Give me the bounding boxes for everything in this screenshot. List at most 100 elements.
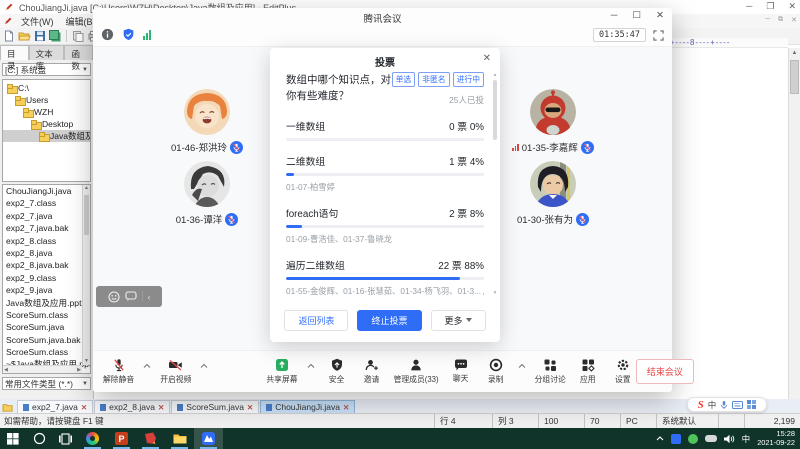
security-button[interactable]: 安全	[324, 358, 350, 385]
file-item[interactable]: Java数组及应用.pptx	[3, 297, 90, 309]
editplus-minimize-button[interactable]: ─	[746, 1, 752, 12]
close-tab-icon[interactable]: ✕	[81, 403, 87, 412]
file-item[interactable]: exp2_8.java.bak	[3, 259, 90, 271]
back-to-list-button[interactable]: 返回列表	[284, 310, 348, 331]
tray-ime-indicator[interactable]: 中	[742, 433, 751, 445]
file-item[interactable]: ScoreSum.class	[3, 309, 90, 321]
fullscreen-icon[interactable]	[653, 30, 664, 41]
save-all-icon[interactable]	[49, 30, 61, 42]
breakout-rooms-button[interactable]: 分组讨论	[535, 358, 566, 385]
collapse-arrow-icon[interactable]: ‹	[148, 292, 151, 302]
apps-button[interactable]: 应用	[575, 358, 601, 385]
scroll-up-arrow[interactable]: ▲	[789, 48, 800, 59]
meeting-minimize-button[interactable]: ─	[611, 10, 618, 21]
chat-button[interactable]: 聊天	[448, 358, 474, 384]
file-list-hscrollbar[interactable]: ◀▶	[3, 365, 82, 373]
file-item[interactable]: exp2_7.java.bak	[3, 222, 90, 234]
volume-icon[interactable]	[724, 434, 735, 444]
poll-close-icon[interactable]: ✕	[483, 53, 491, 64]
security-shield-icon[interactable]	[122, 28, 135, 41]
file-item[interactable]: ScoreSum.java	[3, 321, 90, 333]
scrollbar-thumb[interactable]	[493, 80, 497, 140]
video-options-caret[interactable]	[200, 363, 208, 369]
file-filter-select[interactable]: 常用文件类型 (*.*)▼	[2, 377, 91, 390]
mdi-minimize-button[interactable]: ─	[765, 16, 770, 24]
close-tab-icon[interactable]: ✕	[343, 403, 349, 412]
tree-item[interactable]: Users	[3, 94, 90, 106]
manage-members-button[interactable]: 管理成员(33)	[394, 358, 439, 385]
file-item[interactable]: exp2_9.class	[3, 272, 90, 284]
invite-button[interactable]: 邀请	[359, 358, 385, 385]
tree-item-selected[interactable]: Java数组及应用	[3, 130, 90, 142]
end-meeting-button[interactable]: 结束会议	[636, 359, 694, 384]
tray-meeting-icon[interactable]	[671, 434, 681, 444]
tray-clock[interactable]: 15:28 2021-09-22	[757, 430, 795, 447]
tray-wechat-icon[interactable]	[688, 434, 698, 444]
sogou-ime-bar[interactable]: S 中	[687, 397, 767, 412]
meeting-info-icon[interactable]	[101, 28, 114, 41]
tree-item[interactable]: C:\	[3, 82, 90, 94]
tab-functions[interactable]: 函数	[64, 45, 93, 60]
close-tab-icon[interactable]: ✕	[247, 403, 253, 412]
file-item[interactable]: ChouJiangJi.java	[3, 185, 90, 197]
taskbar-app-explorer[interactable]	[165, 428, 194, 449]
mdi-restore-button[interactable]: ⧉	[778, 16, 783, 24]
folder-icon[interactable]	[2, 402, 14, 413]
start-video-button[interactable]: 开启视频	[160, 358, 191, 385]
file-item[interactable]: exp2_7.java	[3, 210, 90, 222]
file-list-scrollbar[interactable]: ▲▼	[82, 185, 90, 365]
ime-mode-indicator[interactable]: 中	[708, 399, 717, 411]
scrollbar-thumb[interactable]	[790, 60, 799, 94]
taskbar-app-powerpoint[interactable]: P	[107, 428, 136, 449]
taskbar-app-tencent-meeting[interactable]	[194, 428, 223, 449]
settings-button[interactable]: 设置	[610, 358, 636, 385]
tray-expand-icon[interactable]	[656, 436, 664, 441]
file-item[interactable]: ScoreSum.java.bak	[3, 334, 90, 346]
tray-battery-icon[interactable]	[705, 435, 717, 442]
save-icon[interactable]	[34, 30, 46, 42]
start-button[interactable]	[0, 428, 26, 449]
tree-item[interactable]: Desktop	[3, 118, 90, 130]
share-screen-button[interactable]: 共享屏幕	[266, 358, 297, 385]
tab-directory[interactable]: 目录	[0, 45, 29, 60]
taskbar-app-viewer[interactable]	[136, 428, 165, 449]
network-signal-icon[interactable]	[143, 30, 151, 40]
reaction-pill[interactable]: ‹	[96, 286, 162, 307]
file-item[interactable]: ScroeSum.class	[3, 346, 90, 358]
editor-scrollbar[interactable]: ▲	[788, 48, 800, 399]
doc-tab[interactable]: exp2_7.java✕	[17, 400, 93, 413]
editplus-close-button[interactable]: ✕	[788, 1, 796, 12]
ime-keyboard-icon[interactable]	[732, 401, 743, 409]
sogou-logo-icon[interactable]: S	[698, 399, 704, 411]
doc-tab[interactable]: exp2_8.java✕	[94, 400, 170, 413]
ime-mic-icon[interactable]	[720, 400, 728, 410]
cortana-search-button[interactable]	[26, 428, 52, 449]
stop-poll-button[interactable]: 终止投票	[357, 310, 421, 331]
meeting-titlebar[interactable]: 腾讯会议 ─ ☐ ✕	[93, 8, 672, 25]
record-options-caret[interactable]	[518, 363, 526, 369]
more-button[interactable]: 更多	[431, 310, 486, 331]
file-item[interactable]: exp2_7.class	[3, 197, 90, 209]
new-file-icon[interactable]	[3, 30, 15, 42]
file-item[interactable]: exp2_8.java	[3, 247, 90, 259]
close-tab-icon[interactable]: ✕	[158, 403, 164, 412]
taskbar-app-photos[interactable]	[78, 428, 107, 449]
menu-file[interactable]: 文件(W)	[16, 14, 59, 29]
scrollbar-thumb[interactable]	[84, 195, 89, 235]
file-item[interactable]: exp2_8.class	[3, 235, 90, 247]
copy-icon[interactable]	[72, 30, 84, 42]
meeting-close-button[interactable]: ✕	[656, 10, 664, 21]
tab-cliptext[interactable]: 文本库	[29, 45, 65, 60]
mic-options-caret[interactable]	[143, 363, 151, 369]
mdi-close-button[interactable]: ✕	[791, 16, 797, 24]
doc-tab[interactable]: ScoreSum.java✕	[171, 400, 259, 413]
file-item[interactable]: exp2_9.java	[3, 284, 90, 296]
chat-bubble-icon[interactable]	[125, 291, 137, 302]
record-button[interactable]: 录制	[483, 358, 509, 385]
tree-item[interactable]: WZH	[3, 106, 90, 118]
task-view-button[interactable]	[52, 428, 78, 449]
unmute-button[interactable]: 解除静音	[103, 358, 134, 385]
ime-toolbox-icon[interactable]	[747, 400, 756, 409]
doc-tab-active[interactable]: ChouJiangJi.java✕	[260, 400, 355, 413]
share-options-caret[interactable]	[307, 363, 315, 369]
